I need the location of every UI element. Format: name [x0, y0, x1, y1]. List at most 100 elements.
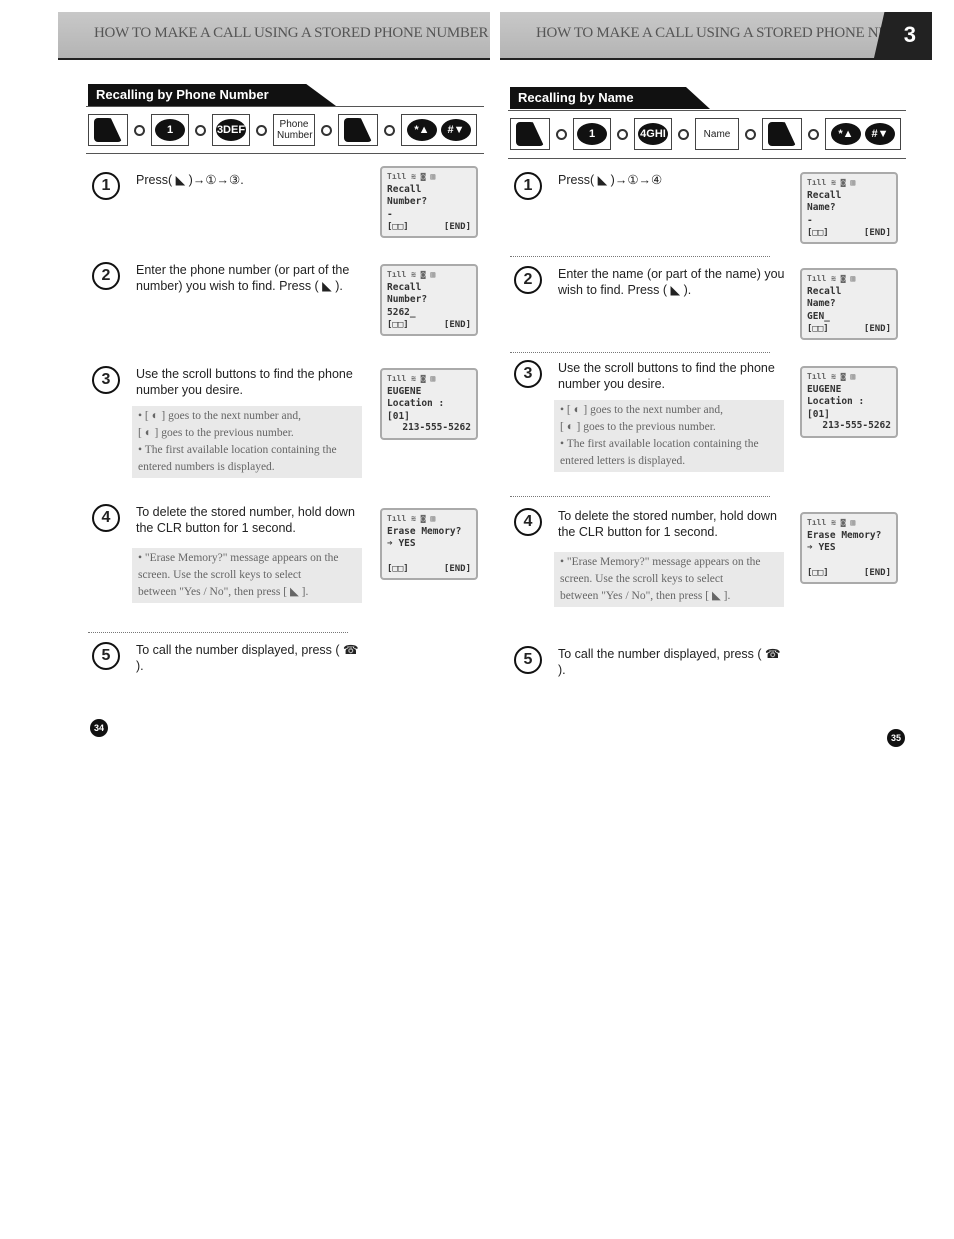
- note-line: [ ◐ ] goes to the previous number.: [560, 421, 716, 433]
- softkey-left: [□□]: [807, 323, 829, 334]
- softkeys: [□□] [END]: [807, 567, 891, 580]
- softkey-right: [END]: [443, 319, 471, 330]
- arrow-dot-icon: [678, 128, 689, 140]
- step-text: To delete the stored number, hold down t…: [136, 505, 355, 535]
- header-title: HOW TO MAKE A CALL USING A STORED PHONE …: [94, 25, 489, 41]
- step-text: Enter the phone number (or part of the n…: [136, 263, 350, 293]
- step-text: Use the scroll buttons to find the phone…: [136, 367, 353, 397]
- note-line: • The first available location containin…: [138, 444, 337, 456]
- softkeys: [□□] [END]: [807, 323, 891, 336]
- status-bar: Tıll ≋ ◙ ▥: [807, 178, 856, 187]
- chapter-tab: 3: [874, 12, 932, 58]
- note-erase: • "Erase Memory?" message appears on the…: [132, 548, 362, 603]
- softkey-right: [END]: [863, 323, 891, 334]
- key-label: Phone Number: [277, 119, 313, 141]
- arrow-dot-icon: [134, 124, 145, 136]
- softkey-right: [END]: [863, 227, 891, 238]
- arrow-dot-icon: [256, 124, 267, 136]
- softkeys: [□□] [END]: [387, 221, 471, 234]
- lcd-screen: Tıll ≋ ◙ ▥ Recall Number? - [□□] [END]: [380, 166, 478, 238]
- number-key-icon: 3DEF: [216, 119, 246, 141]
- header-left: HOW TO MAKE A CALL USING A STORED PHONE …: [58, 12, 490, 60]
- page-number: 34: [90, 719, 108, 737]
- lcd-line: Recall: [387, 281, 422, 293]
- step-number: 1: [92, 172, 120, 200]
- softkeys: [□□] [END]: [387, 563, 471, 576]
- key-0: [510, 118, 550, 150]
- note-line: between "Yes / No", then press [ ◣ ].: [138, 586, 309, 598]
- lcd-line: Location : [01]: [387, 398, 445, 422]
- step-text: To call the number displayed, press ( ☎ …: [136, 643, 359, 673]
- step-text: Enter the name (or part of the name) you…: [558, 267, 785, 297]
- note-line: • [ ◐ ] goes to the next number and,: [138, 410, 301, 422]
- status-bar: Tıll ≋ ◙ ▥: [387, 374, 436, 383]
- key-3: Phone Number: [273, 114, 315, 146]
- key-2: 3DEF: [212, 114, 250, 146]
- step-text: Press( ◣ )→①→③.: [136, 173, 244, 187]
- key-5: *▲ #▼: [825, 118, 901, 150]
- note-scroll: • [ ◐ ] goes to the next number and, [ ◐ …: [554, 400, 784, 472]
- step-number: 4: [92, 504, 120, 532]
- header-title: HOW TO MAKE A CALL USING A STORED PHONE …: [536, 25, 931, 41]
- lcd-line: Erase Memory?: [807, 529, 882, 541]
- step-text: Press( ◣ )→①→④: [558, 173, 663, 187]
- arrow-dot-icon: [808, 128, 819, 140]
- lcd-screen: Tıll ≋ ◙ ▥ Erase Memory? ➔ YES [□□] [END]: [800, 512, 898, 584]
- softkeys: [□□] [END]: [387, 319, 471, 332]
- lcd-screen: Tıll ≋ ◙ ▥ EUGENE Location : [01] 213-555-5…: [800, 366, 898, 438]
- softkey-left: [□□]: [387, 319, 409, 330]
- note-line: entered numbers is displayed.: [138, 461, 275, 473]
- status-bar: Tıll ≋ ◙ ▥: [387, 270, 436, 279]
- key-sequence: 1 3DEF Phone Number *▲ #▼: [88, 114, 477, 146]
- status-bar: Tıll ≋ ◙ ▥: [807, 518, 856, 527]
- lcd-line: -: [807, 214, 813, 226]
- note-line: between "Yes / No", then press [ ◣ ].: [560, 590, 731, 602]
- lcd-screen: Tıll ≋ ◙ ▥ Recall Name? - [□□] [END]: [800, 172, 898, 244]
- note-line: • "Erase Memory?" message appears on the: [138, 552, 339, 564]
- scroll-key-icon: *▲: [831, 123, 861, 145]
- section-title: Recalling by Phone Number: [88, 84, 336, 106]
- lcd-line: EUGENE: [807, 383, 842, 395]
- section-rule: [86, 153, 484, 154]
- note-scroll: • [ ◐ ] goes to the next number and, [ ◐ …: [132, 406, 362, 478]
- chapter-number: 3: [903, 22, 916, 47]
- lcd-line: Recall: [807, 285, 842, 297]
- page-number: 35: [887, 729, 905, 747]
- step-number: 5: [514, 646, 542, 674]
- menu-key-icon: [344, 118, 372, 142]
- softkey-left: [□□]: [807, 567, 829, 578]
- lcd-line: Number?: [387, 196, 428, 207]
- key-3: Name: [695, 118, 739, 150]
- lcd-line: -: [387, 208, 393, 220]
- key-4: [762, 118, 802, 150]
- note-erase: • "Erase Memory?" message appears on the…: [554, 552, 784, 607]
- status-bar: Tıll ≋ ◙ ▥: [387, 172, 436, 181]
- lcd-line: ➔ YES: [807, 542, 836, 553]
- key-1: 1: [573, 118, 611, 150]
- status-bar: Tıll ≋ ◙ ▥: [807, 372, 856, 381]
- arrow-dot-icon: [321, 124, 332, 136]
- step-number: 3: [92, 366, 120, 394]
- lcd-line: Number?: [387, 294, 428, 305]
- key-label: Name: [703, 128, 731, 140]
- softkeys: [□□] [END]: [807, 227, 891, 240]
- lcd-line: 5262_: [387, 306, 416, 318]
- lcd-line: ➔ YES: [387, 538, 416, 549]
- section-rule: [508, 110, 906, 111]
- number-key-icon: 4GHI: [638, 123, 668, 145]
- section-rule: [86, 106, 484, 107]
- number-key-icon: 1: [155, 119, 185, 141]
- note-line: • The first available location containin…: [560, 438, 759, 450]
- key-4: [338, 114, 378, 146]
- softkey-left: [□□]: [807, 227, 829, 238]
- scroll-key-icon: #▼: [865, 123, 895, 145]
- divider: [510, 256, 770, 257]
- note-line: • [ ◐ ] goes to the next number and,: [560, 404, 723, 416]
- lcd-screen: Tıll ≋ ◙ ▥ Recall Number? 5262_ [□□] [END]: [380, 264, 478, 336]
- key-1: 1: [151, 114, 189, 146]
- note-line: screen. Use the scroll keys to select: [138, 569, 302, 581]
- lcd-screen: Tıll ≋ ◙ ▥ Erase Memory? ➔ YES [□□] [END]: [380, 508, 478, 580]
- step-number: 3: [514, 360, 542, 388]
- menu-key-icon: [94, 118, 122, 142]
- key-5: *▲ #▼: [401, 114, 477, 146]
